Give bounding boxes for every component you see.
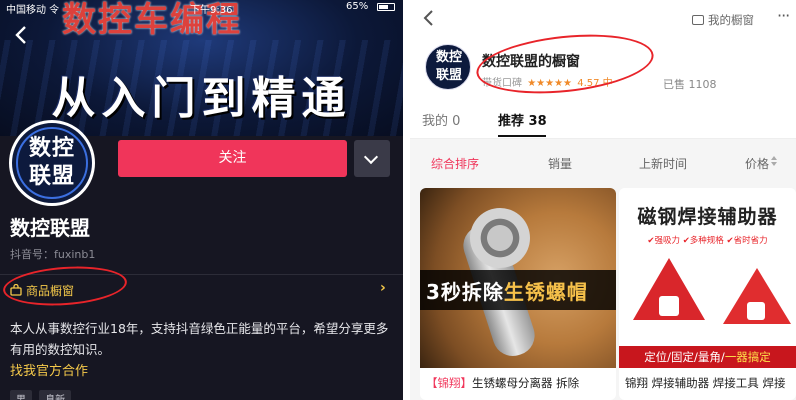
battery-icon: [377, 3, 395, 11]
avatar-text-line2: 联盟: [28, 164, 75, 189]
tab-bar: 我的 0 推荐 38: [410, 108, 796, 137]
shop-avatar-text: 数控 联盟: [426, 49, 470, 85]
sort-comprehensive[interactable]: 综合排序: [431, 155, 479, 172]
caption-part: 3秒拆除: [426, 280, 504, 304]
carrier-label: 中国移动 令: [6, 5, 60, 16]
profile-bio: 本人从事数控行业18年，支持抖音绿色正能量的平台，希望分享更多有用的数控知识。: [10, 321, 389, 357]
feature-3: ✔省时省力: [726, 236, 768, 246]
product-image-caption: 3秒拆除生锈螺帽: [426, 276, 588, 305]
shop-window-panel: 我的橱窗 ··· 数控 联盟 数控联盟的橱窗 带货口碑 ★★★★★ 4.57 中…: [410, 0, 796, 400]
screenshot-root: 数控车编程 从入门到精通 中国移动 令 下午9:36 65% 数控 联盟 关注 …: [0, 0, 796, 400]
profile-tag: 息新: [39, 390, 72, 400]
wrench-head-image: [470, 208, 530, 268]
active-tab-indicator: [498, 135, 546, 137]
product-image: 3秒拆除生锈螺帽: [420, 188, 616, 368]
shop-avatar-line1: 数控: [435, 50, 462, 65]
product-card[interactable]: 3秒拆除生锈螺帽 【锦翔】生锈螺母分离器 拆除: [420, 188, 616, 400]
tab-mine[interactable]: 我的 0: [422, 110, 460, 129]
window-icon: [692, 15, 704, 25]
magnet-hole: [747, 302, 765, 320]
magnet-hole: [659, 296, 679, 316]
product-title: 【锦翔】生锈螺母分离器 拆除: [426, 374, 614, 392]
brand-tag: 【锦翔】: [426, 376, 472, 390]
product-title-text: 生锈螺母分离器 拆除: [472, 376, 580, 390]
profile-name: 数控联盟: [10, 216, 90, 240]
back-icon[interactable]: [422, 8, 434, 34]
feature-1: ✔强吸力: [647, 236, 680, 246]
shop-avatar: 数控 联盟: [425, 44, 471, 90]
red-annotation-circle: [473, 26, 657, 102]
sort-newest[interactable]: 上新时间: [639, 155, 687, 172]
profile-banner: 数控车编程 从入门到精通: [0, 0, 403, 136]
more-options-button[interactable]: [354, 140, 390, 177]
product-image-headline: 磁钢焊接辅助器: [637, 206, 778, 228]
battery-percent: 65%: [346, 1, 369, 12]
sort-price[interactable]: 价格: [745, 155, 769, 172]
avatar-text: 数控 联盟: [12, 135, 92, 191]
shop-avatar-line2: 联盟: [435, 68, 462, 83]
product-image-banner: 定位/固定/量角/一器搞定: [619, 346, 796, 368]
banner-highlight: 一器搞定: [724, 350, 771, 364]
product-card[interactable]: 磁钢焊接辅助器 ✔强吸力 ✔多种规格 ✔省时省力 定位/固定/量角/一器搞定 锦…: [619, 188, 796, 400]
avatar[interactable]: 数控 联盟: [9, 120, 95, 206]
banner-title: 从入门到精通: [51, 73, 352, 124]
sort-sales[interactable]: 销量: [548, 155, 572, 172]
my-window-link[interactable]: 我的橱窗: [692, 12, 754, 28]
clock: 下午9:36: [190, 5, 233, 16]
gender-tag: 男: [10, 390, 32, 400]
douyin-id: 抖音号：fuxinb1: [10, 248, 96, 261]
sort-up-icon: [771, 156, 777, 160]
more-options-icon[interactable]: ···: [777, 6, 790, 25]
avatar-text-line1: 数控: [28, 136, 75, 161]
follow-button[interactable]: 关注: [118, 140, 347, 177]
chevron-right-icon: ›: [380, 280, 386, 296]
product-image: 磁钢焊接辅助器 ✔强吸力 ✔多种规格 ✔省时省力 定位/固定/量角/一器搞定: [619, 188, 796, 368]
my-window-label: 我的橱窗: [708, 13, 754, 27]
product-image-features: ✔强吸力 ✔多种规格 ✔省时省力: [619, 234, 796, 246]
status-bar: 中国移动 令 下午9:36 65%: [0, 0, 403, 16]
chevron-down-icon: [363, 149, 379, 165]
official-contact-link[interactable]: 找我官方合作: [10, 360, 88, 379]
back-icon[interactable]: [14, 24, 34, 48]
profile-tags: 男 息新: [10, 390, 75, 400]
sort-bar: 综合排序 销量 上新时间 价格: [410, 139, 796, 179]
banner-part: 定位/固定/量角/: [644, 350, 725, 364]
sold-count: 已售 1108: [663, 78, 717, 91]
feature-2: ✔多种规格: [682, 236, 724, 246]
caption-highlight: 生锈螺帽: [503, 280, 588, 304]
douyin-profile-panel: 数控车编程 从入门到精通 中国移动 令 下午9:36 65% 数控 联盟 关注 …: [0, 0, 403, 400]
sort-down-icon: [771, 162, 777, 166]
tab-recommend[interactable]: 推荐 38: [498, 110, 547, 129]
product-title: 锦翔 焊接辅助器 焊接工具 焊接: [625, 376, 786, 390]
